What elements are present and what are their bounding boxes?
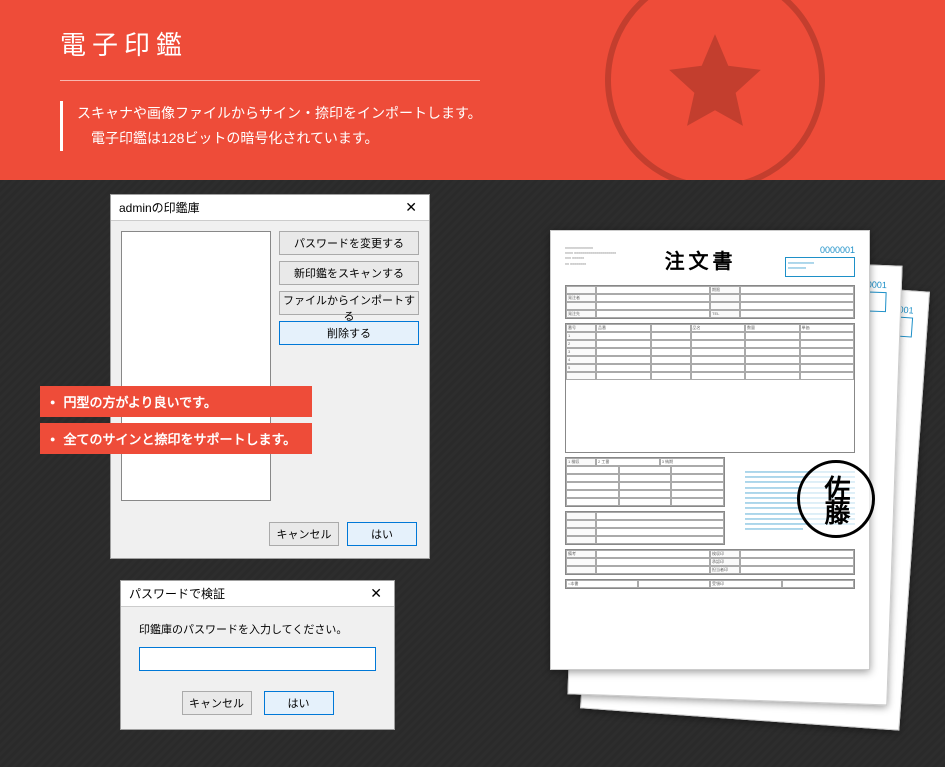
dialog-title-text: adminの印鑑庫: [119, 199, 200, 216]
doc-meta: xxxxxxxxxxxxxxxxxx xxxxxxxxxxxxxxxxxxxxx…: [565, 245, 616, 266]
content-area: adminの印鑑庫 ✕ パスワードを変更する 新印鑑をスキャンする ファイルから…: [0, 180, 945, 767]
ok-button[interactable]: はい: [347, 522, 417, 546]
cancel-button[interactable]: キャンセル: [269, 522, 339, 546]
stamp-listbox[interactable]: [121, 231, 271, 501]
doc-number: 0000001: [785, 245, 855, 255]
import-from-file-button[interactable]: ファイルからインポートする: [279, 291, 419, 315]
dialog-titlebar: パスワードで検証 ✕: [121, 581, 394, 607]
password-input[interactable]: [139, 647, 376, 671]
password-verify-dialog: パスワードで検証 ✕ 印鑑庫のパスワードを入力してください。 キャンセル はい: [120, 580, 395, 730]
dialog-title-text: パスワードで検証: [129, 585, 225, 602]
delete-button[interactable]: 削除する: [279, 321, 419, 345]
page-title: 電子印鑑: [60, 25, 480, 81]
scan-new-stamp-button[interactable]: 新印鑑をスキャンする: [279, 261, 419, 285]
close-icon[interactable]: ✕: [401, 199, 421, 216]
doc-number-box: xxxxxxxxxxxxxxxxxxxxxx: [785, 257, 855, 277]
document-page-1: xxxxxxxxxxxxxxxxxx xxxxxxxxxxxxxxxxxxxxx…: [550, 230, 870, 670]
close-icon[interactable]: ✕: [366, 585, 386, 602]
feature-tags: 円型の方がより良いです。 全てのサインと捺印をサポートします。: [40, 386, 312, 454]
hanko-stamp: 佐藤: [797, 460, 875, 538]
star-badge-icon: [605, 0, 825, 180]
dialog-titlebar: adminの印鑑庫 ✕: [111, 195, 429, 221]
doc-title: 注文書: [665, 245, 737, 274]
ok-button[interactable]: はい: [264, 691, 334, 715]
password-prompt-text: 印鑑庫のパスワードを入力してください。: [139, 621, 376, 637]
change-password-button[interactable]: パスワードを変更する: [279, 231, 419, 255]
stamp-library-dialog: adminの印鑑庫 ✕ パスワードを変更する 新印鑑をスキャンする ファイルから…: [110, 194, 430, 559]
header-banner: 電子印鑑 スキャナや画像ファイルからサイン・捺印をインポートします。 電子印鑑は…: [0, 0, 945, 180]
cancel-button[interactable]: キャンセル: [182, 691, 252, 715]
feature-tag-1: 円型の方がより良いです。: [40, 386, 312, 417]
feature-tag-2: 全てのサインと捺印をサポートします。: [40, 423, 312, 454]
